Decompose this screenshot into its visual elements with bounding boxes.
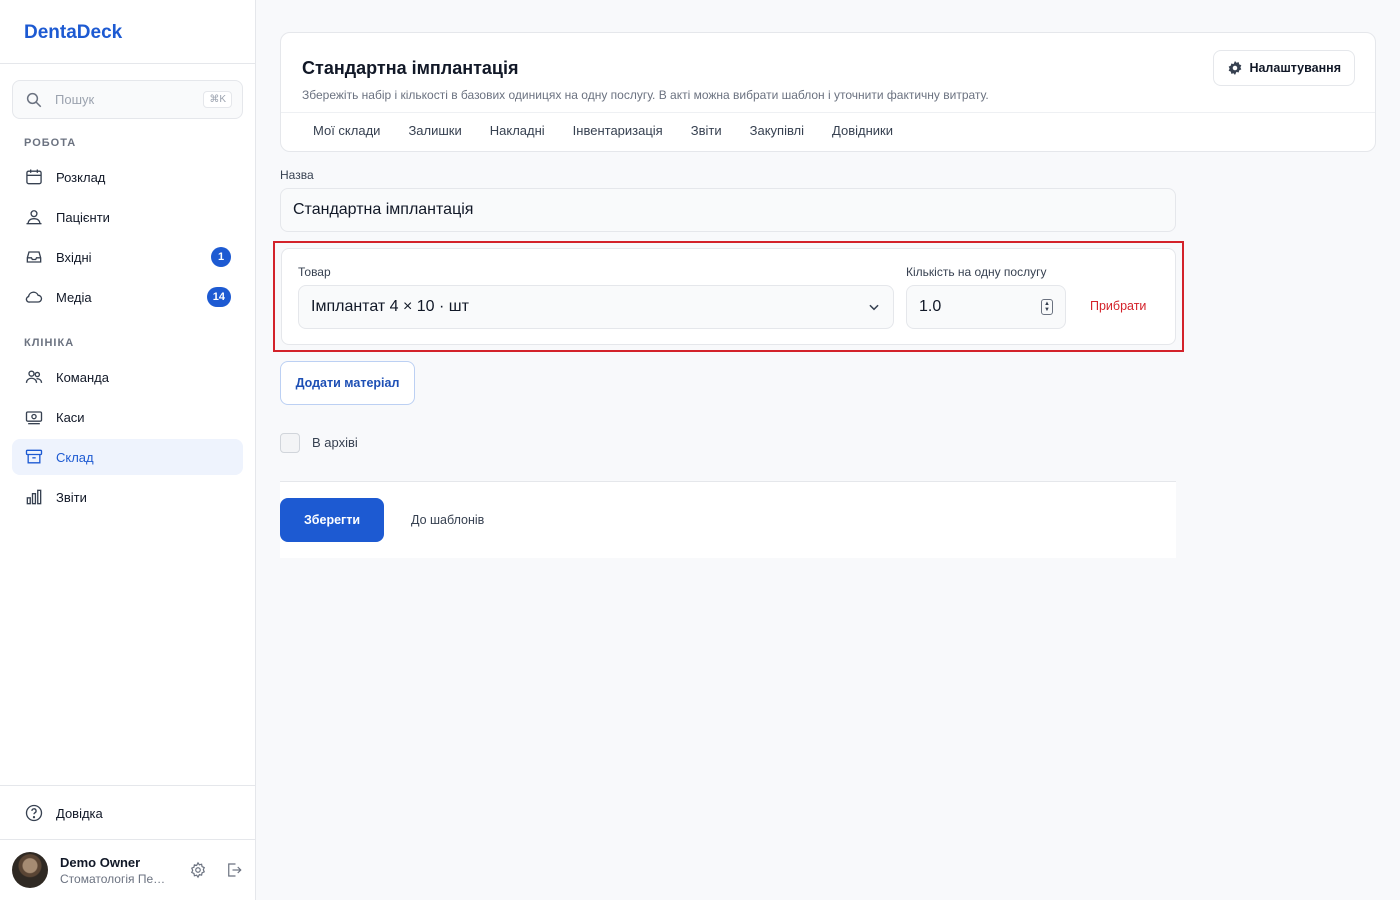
section-label-work: РОБОТА: [24, 137, 77, 149]
page-title: Стандартна імплантація: [302, 58, 519, 78]
material-row: Товар Імплантат 4 × 10 · шт Кількість на…: [281, 248, 1176, 345]
sidebar-item-label: Звіти: [56, 489, 87, 505]
sidebar-item-reports[interactable]: Звіти: [12, 479, 243, 515]
inbox-icon: [24, 247, 44, 267]
search-placeholder: Пошук: [55, 92, 95, 107]
sidebar-item-label: Вхідні: [56, 249, 92, 265]
quantity-field-label: Кількість на одну послугу: [906, 265, 1047, 279]
warehouse-tabs: Мої склади Залишки Накладні Інвентаризац…: [313, 123, 921, 138]
sidebar-item-schedule[interactable]: Розклад: [12, 159, 243, 195]
archived-checkbox[interactable]: [280, 433, 300, 453]
add-material-button[interactable]: Додати матеріал: [280, 361, 415, 405]
tab-inventory[interactable]: Інвентаризація: [573, 123, 663, 138]
search-icon: [25, 91, 43, 109]
sidebar-item-inbox[interactable]: Вхідні 1: [12, 239, 243, 275]
sidebar-item-warehouse[interactable]: Склад: [12, 439, 243, 475]
sidebar-item-label: Медіа: [56, 289, 92, 305]
product-field-label: Товар: [298, 265, 331, 279]
tab-purchases[interactable]: Закупівлі: [750, 123, 804, 138]
product-select-value: Імплантат 4 × 10 · шт: [311, 298, 469, 315]
archived-checkbox-label: В архіві: [312, 435, 358, 450]
section-label-clinic: КЛІНІКА: [24, 337, 75, 349]
name-field-label: Назва: [280, 168, 314, 182]
tabs-divider: [281, 112, 1375, 113]
quantity-value: 1.0: [919, 298, 942, 315]
help-circle-icon: [24, 803, 44, 823]
patients-icon: [24, 207, 44, 227]
cash-register-icon: [24, 407, 44, 427]
sidebar-item-label: Каси: [56, 409, 85, 425]
tab-reports[interactable]: Звіти: [691, 123, 722, 138]
user-organization: Стоматологія Пе…: [60, 871, 166, 886]
search-input[interactable]: Пошук ⌘K: [12, 80, 243, 119]
sidebar-divider: [0, 785, 255, 786]
sidebar-item-label: Розклад: [56, 169, 106, 185]
settings-button-label: Налаштування: [1249, 61, 1341, 75]
sidebar-item-label: Довідка: [56, 805, 103, 821]
remove-material-button[interactable]: Прибрати: [1090, 299, 1146, 313]
product-select[interactable]: Імплантат 4 × 10 · шт: [298, 285, 894, 329]
sidebar-item-team[interactable]: Команда: [12, 359, 243, 395]
user-panel: Demo Owner Стоматологія Пе…: [12, 852, 243, 888]
calendar-icon: [24, 167, 44, 187]
inbox-count-badge: 1: [211, 247, 231, 267]
tab-my-warehouses[interactable]: Мої склади: [313, 123, 380, 138]
search-shortcut: ⌘K: [203, 91, 232, 108]
tab-stock[interactable]: Залишки: [408, 123, 461, 138]
gear-icon: [1227, 60, 1243, 76]
gear-icon[interactable]: [189, 861, 207, 879]
bar-chart-icon: [24, 487, 44, 507]
team-icon: [24, 367, 44, 387]
tab-invoices[interactable]: Накладні: [490, 123, 545, 138]
save-button[interactable]: Зберегти: [280, 498, 384, 542]
sidebar: DentaDeck Пошук ⌘K РОБОТА Розклад Пацієн…: [0, 0, 256, 900]
sidebar-item-label: Команда: [56, 369, 109, 385]
tab-directories[interactable]: Довідники: [832, 123, 893, 138]
avatar[interactable]: [12, 852, 48, 888]
sidebar-item-label: Пацієнти: [56, 209, 110, 225]
page-subtitle: Збережіть набір і кількості в базових од…: [302, 88, 989, 102]
brand-logo[interactable]: DentaDeck: [0, 0, 255, 64]
name-field[interactable]: Стандартна імплантація: [280, 188, 1176, 232]
sidebar-divider: [0, 839, 255, 840]
spinner-arrows-icon[interactable]: ▲ ▼: [1041, 299, 1053, 315]
archive-box-icon: [24, 447, 44, 467]
sidebar-item-help[interactable]: Довідка: [12, 795, 243, 831]
sidebar-item-label: Склад: [56, 449, 94, 465]
quantity-stepper[interactable]: 1.0 ▲ ▼: [906, 285, 1066, 329]
sidebar-item-media[interactable]: Медіа 14: [12, 279, 243, 315]
cloud-icon: [24, 287, 44, 307]
sidebar-item-patients[interactable]: Пацієнти: [12, 199, 243, 235]
logout-icon[interactable]: [225, 861, 243, 879]
sidebar-item-cash[interactable]: Каси: [12, 399, 243, 435]
back-to-templates-link[interactable]: До шаблонів: [411, 513, 484, 527]
form-actions: Зберегти До шаблонів: [280, 481, 1176, 558]
user-name: Demo Owner: [60, 854, 141, 870]
chevron-down-icon: [867, 300, 881, 314]
page-header: Стандартна імплантація Збережіть набір і…: [280, 32, 1376, 152]
settings-button[interactable]: Налаштування: [1213, 50, 1355, 86]
media-count-badge: 14: [206, 287, 231, 307]
